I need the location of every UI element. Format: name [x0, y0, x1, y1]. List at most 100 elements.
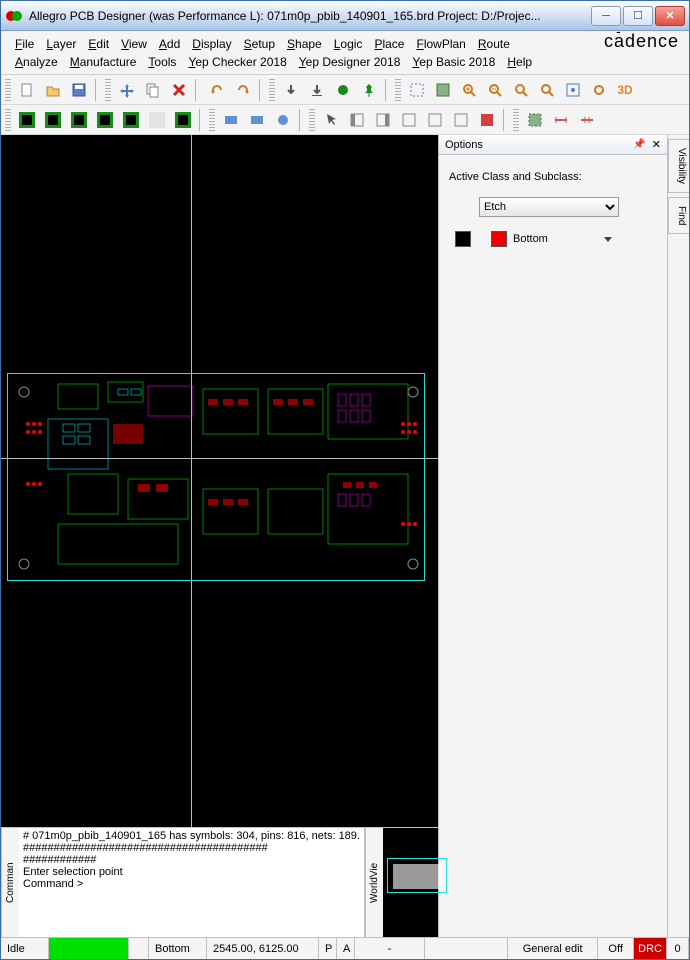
panel-2-button[interactable]	[371, 108, 395, 132]
command-log[interactable]: # 071m0p_pbib_140901_165 has symbols: 30…	[19, 828, 364, 937]
layer-visibility-1-button[interactable]	[15, 108, 39, 132]
options-title: Options	[445, 139, 633, 151]
status-drc[interactable]: DRC	[634, 938, 667, 959]
zoom-in-button[interactable]	[457, 78, 481, 102]
arrow-down-alt-button[interactable]	[305, 78, 329, 102]
new-button[interactable]	[15, 78, 39, 102]
3d-button[interactable]: 3D	[613, 78, 637, 102]
menu-tools[interactable]: Tools	[142, 53, 182, 71]
status-a[interactable]: A	[337, 938, 355, 959]
menu-yep-checker[interactable]: Yep Checker 2018	[182, 53, 292, 71]
zoom-window-button[interactable]	[405, 78, 429, 102]
menu-edit[interactable]: Edit	[82, 35, 115, 53]
tab-find[interactable]: Find	[668, 197, 689, 234]
menu-route[interactable]: Route	[472, 35, 516, 53]
command-tab[interactable]: Comman	[1, 828, 19, 937]
active-class-label: Active Class and Subclass:	[449, 171, 657, 183]
layer-empty-button[interactable]	[145, 108, 169, 132]
toolbar-grip-icon[interactable]	[5, 109, 11, 131]
menu-help[interactable]: Help	[501, 53, 538, 71]
status-mode[interactable]: General edit	[508, 938, 598, 959]
command-prompt[interactable]: Command >	[23, 878, 360, 890]
maximize-button[interactable]: ☐	[623, 6, 653, 26]
class-select[interactable]: Etch	[479, 197, 619, 217]
menu-layer[interactable]: Layer	[40, 35, 82, 53]
design-canvas[interactable]	[1, 135, 438, 827]
zoom-sel-button[interactable]	[509, 78, 533, 102]
toolbar-grip-icon[interactable]	[209, 109, 215, 131]
menu-manufacture[interactable]: Manufacture	[64, 53, 143, 71]
status-off[interactable]: Off	[598, 938, 634, 959]
dim-section-button[interactable]	[575, 108, 599, 132]
menu-view[interactable]: View	[115, 35, 153, 53]
redo-button[interactable]	[231, 78, 255, 102]
options-body: Active Class and Subclass: Etch Bottom	[439, 155, 667, 937]
status-p[interactable]: P	[319, 938, 337, 959]
menu-flowplan[interactable]: FlowPlan	[410, 35, 471, 53]
layer-visibility-3-button[interactable]	[67, 108, 91, 132]
panel-4-button[interactable]	[423, 108, 447, 132]
shape-rect2-button[interactable]	[245, 108, 269, 132]
menu-place[interactable]: Place	[368, 35, 410, 53]
menu-add[interactable]: Add	[153, 35, 186, 53]
layer-visibility-4-button[interactable]	[93, 108, 117, 132]
visibility-chip[interactable]	[455, 231, 471, 247]
window-title: Allegro PCB Designer (was Performance L)…	[29, 9, 591, 23]
worldview-canvas[interactable]	[383, 828, 438, 937]
toolbar-grip-icon[interactable]	[105, 79, 111, 101]
toolbar-separator	[195, 79, 201, 101]
menu-yep-designer[interactable]: Yep Designer 2018	[293, 53, 407, 71]
close-button[interactable]: ✕	[655, 6, 685, 26]
status-layer[interactable]: Bottom	[149, 938, 207, 959]
menu-analyze[interactable]: Analyze	[9, 53, 64, 71]
worldview-tab[interactable]: WorldVie	[365, 828, 383, 937]
marker-green-button[interactable]	[331, 78, 355, 102]
close-icon[interactable]: ✕	[652, 138, 661, 151]
toolbar-grip-icon[interactable]	[309, 109, 315, 131]
toolbar-grip-icon[interactable]	[5, 79, 11, 101]
zoom-fit-button[interactable]	[431, 78, 455, 102]
copy-button[interactable]	[141, 78, 165, 102]
zoom-prev-button[interactable]	[535, 78, 559, 102]
menu-display[interactable]: Display	[186, 35, 237, 53]
move-button[interactable]	[115, 78, 139, 102]
pin-button[interactable]	[357, 78, 381, 102]
panel-5-button[interactable]	[449, 108, 473, 132]
tab-visibility[interactable]: Visibility	[668, 139, 689, 193]
zoom-center-button[interactable]	[561, 78, 585, 102]
layer-visibility-6-button[interactable]	[171, 108, 195, 132]
open-button[interactable]	[41, 78, 65, 102]
shape-rect-button[interactable]	[219, 108, 243, 132]
measure-button[interactable]	[523, 108, 547, 132]
menu-shape[interactable]: Shape	[281, 35, 328, 53]
panel-1-button[interactable]	[345, 108, 369, 132]
color-chip[interactable]	[491, 231, 507, 247]
toolbar-separator	[259, 79, 265, 101]
menu-setup[interactable]: Setup	[238, 35, 281, 53]
toolbar-grip-icon[interactable]	[395, 79, 401, 101]
warning-button[interactable]	[475, 108, 499, 132]
menu-yep-basic[interactable]: Yep Basic 2018	[406, 53, 501, 71]
panel-3-button[interactable]	[397, 108, 421, 132]
toolbar-separator	[299, 109, 305, 131]
zoom-out-button[interactable]	[483, 78, 507, 102]
class-dropdown[interactable]: Etch	[479, 197, 619, 217]
select-button[interactable]	[319, 108, 343, 132]
menu-file[interactable]: File	[9, 35, 40, 53]
layer-visibility-2-button[interactable]	[41, 108, 65, 132]
dim-h-button[interactable]	[549, 108, 573, 132]
subclass-dropdown-icon[interactable]	[604, 237, 612, 242]
shape-circle-button[interactable]	[271, 108, 295, 132]
status-coords[interactable]: 2545.00, 6125.00	[207, 938, 319, 959]
pin-icon[interactable]: 📌	[633, 139, 645, 150]
toolbar-grip-icon[interactable]	[513, 109, 519, 131]
save-button[interactable]	[67, 78, 91, 102]
refresh-button[interactable]	[587, 78, 611, 102]
layer-visibility-5-button[interactable]	[119, 108, 143, 132]
menu-logic[interactable]: Logic	[328, 35, 369, 53]
toolbar-grip-icon[interactable]	[269, 79, 275, 101]
status-progress	[49, 938, 129, 959]
undo-button[interactable]	[205, 78, 229, 102]
delete-button[interactable]	[167, 78, 191, 102]
arrow-down-button[interactable]	[279, 78, 303, 102]
